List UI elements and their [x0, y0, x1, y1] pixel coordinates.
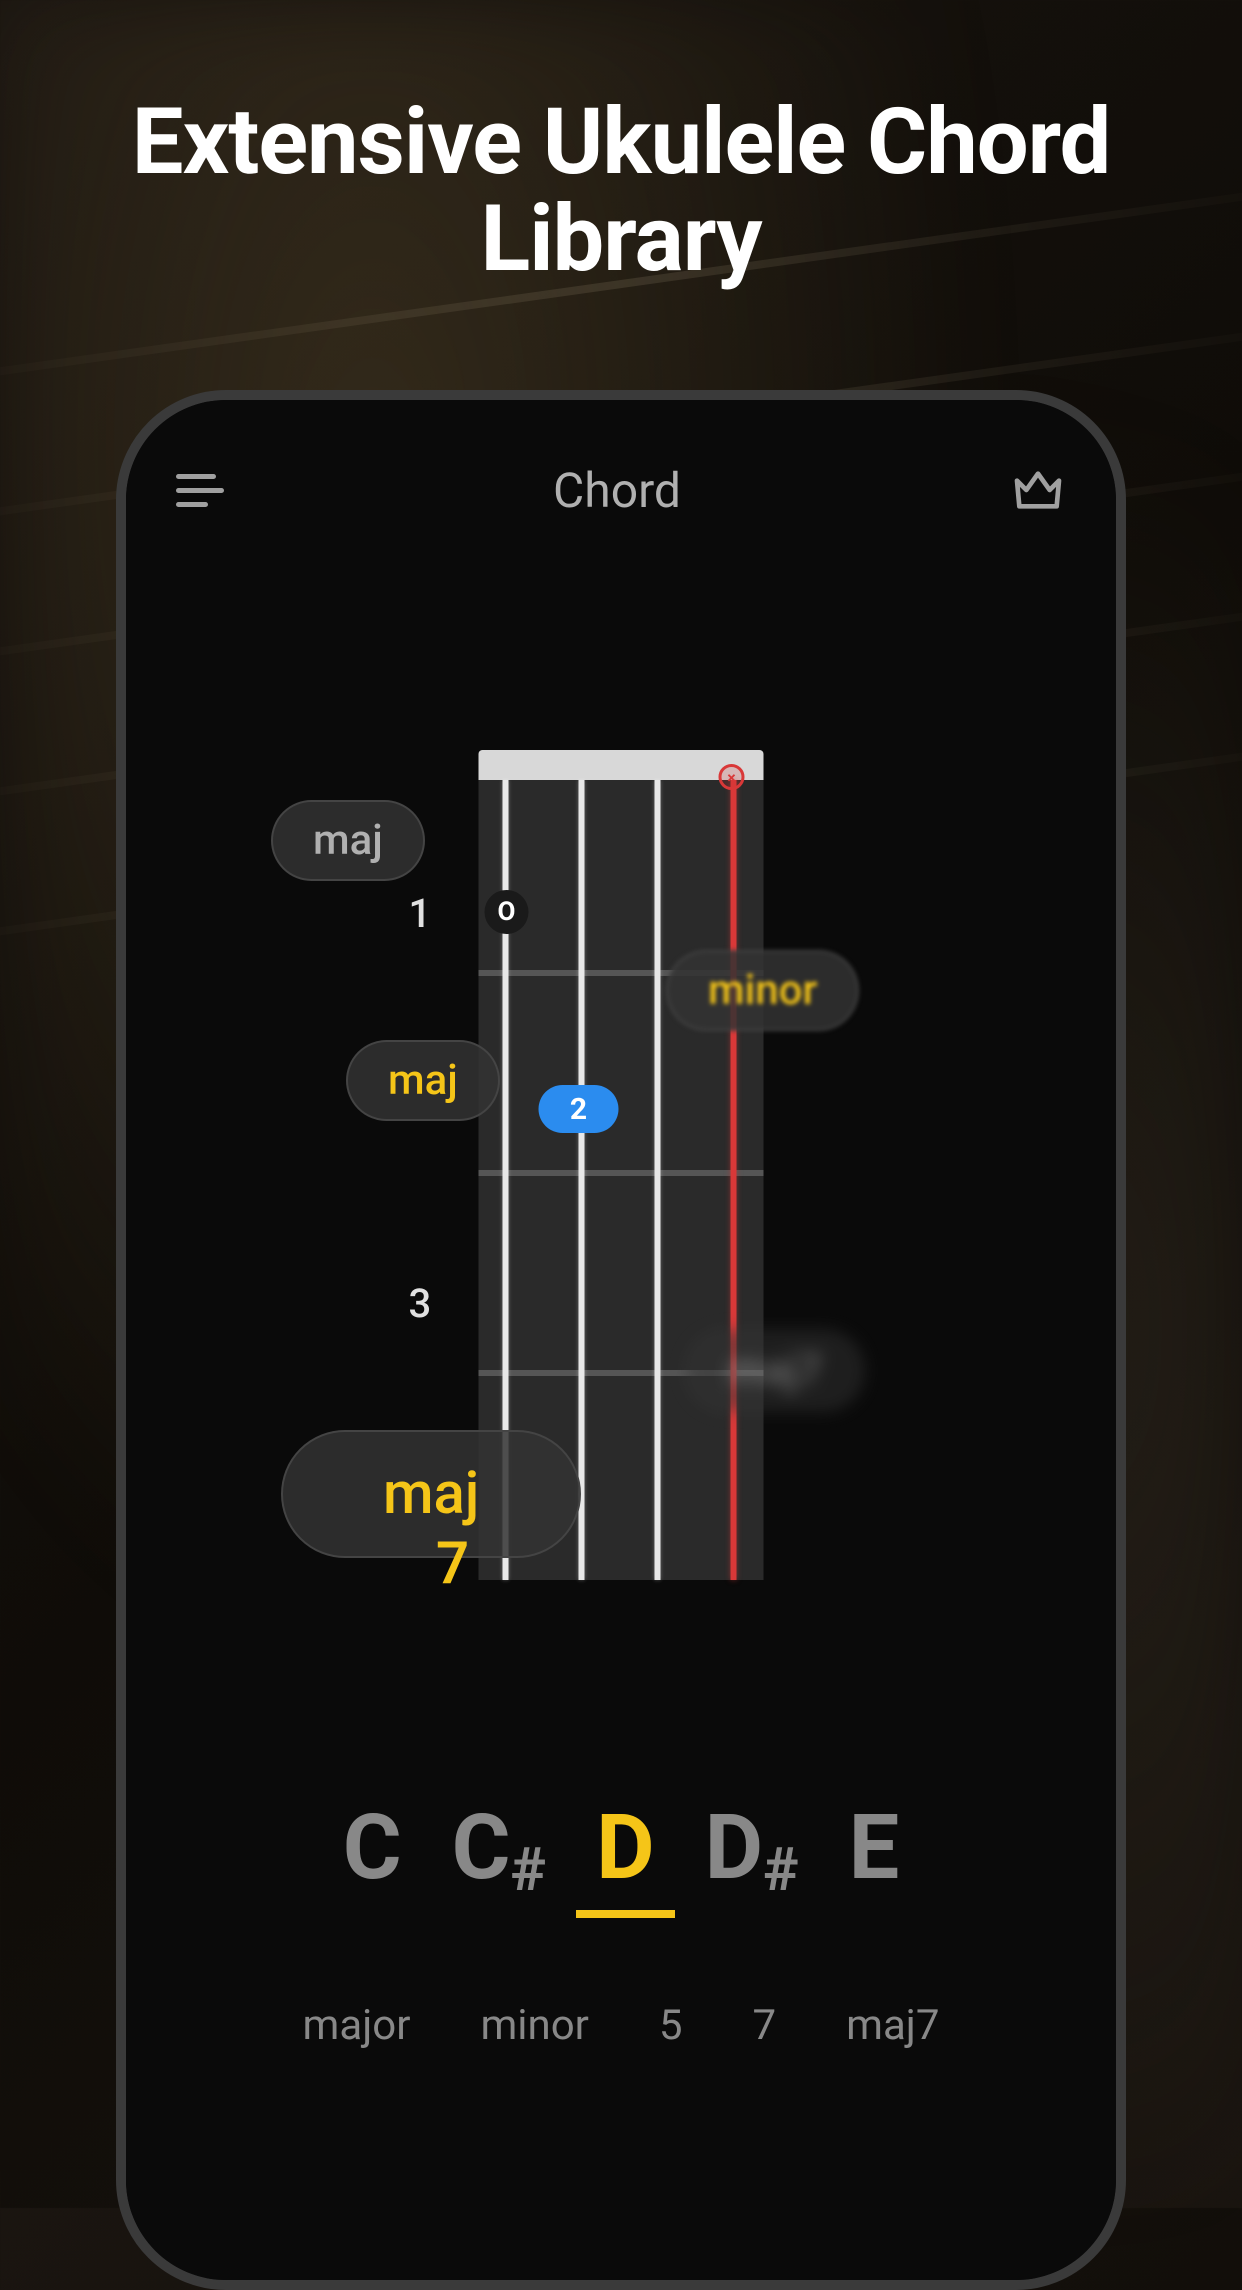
menu-icon[interactable] — [176, 466, 224, 514]
seven-label: 7 — [436, 1530, 469, 1598]
string-3[interactable] — [655, 780, 661, 1580]
finger-2: 2 — [539, 1085, 619, 1133]
string-2[interactable] — [579, 780, 585, 1580]
promo-title-line2: Library — [0, 192, 1242, 289]
type-selector: major minor 5 7 maj7 — [126, 2001, 1116, 2050]
type-maj7[interactable]: maj7 — [846, 2001, 939, 2050]
chord-pill-maj7-blur[interactable]: maj7 — [686, 1330, 864, 1411]
type-minor[interactable]: minor — [480, 2001, 588, 2050]
note-c[interactable]: C — [343, 1795, 402, 1900]
note-d-sharp[interactable]: D# — [705, 1795, 799, 1900]
note-selector: C C# D D# E — [126, 1795, 1116, 1900]
phone-screen: Chord × 1 3 — [126, 400, 1116, 2280]
mute-x-icon: × — [719, 764, 745, 790]
crown-icon[interactable] — [1010, 462, 1066, 518]
phone-frame: Chord × 1 3 — [116, 390, 1126, 2290]
finger-open: O — [485, 890, 529, 934]
type-5[interactable]: 5 — [659, 2001, 683, 2050]
string-4-muted[interactable] — [731, 780, 737, 1580]
note-e[interactable]: E — [849, 1795, 900, 1900]
note-c-sharp[interactable]: C# — [452, 1795, 546, 1900]
promo-title-line1: Extensive Ukulele Chord — [0, 95, 1242, 192]
header-title: Chord — [553, 462, 681, 519]
fret-2 — [479, 1170, 764, 1176]
chord-pill-maj-large[interactable]: maj — [281, 1430, 581, 1558]
fret-label-3: 3 — [409, 1280, 432, 1327]
chord-pill-minor[interactable]: minor — [666, 950, 859, 1031]
type-major[interactable]: major — [303, 2001, 411, 2050]
promo-title: Extensive Ukulele Chord Library — [0, 95, 1242, 288]
note-d-active[interactable]: D — [596, 1795, 655, 1900]
app-header: Chord — [126, 450, 1116, 530]
chord-pill-maj-1[interactable]: maj — [271, 800, 425, 881]
fret-label-1: 1 — [409, 890, 432, 937]
chord-pill-maj-2[interactable]: maj — [346, 1040, 500, 1121]
type-7[interactable]: 7 — [753, 2001, 777, 2050]
